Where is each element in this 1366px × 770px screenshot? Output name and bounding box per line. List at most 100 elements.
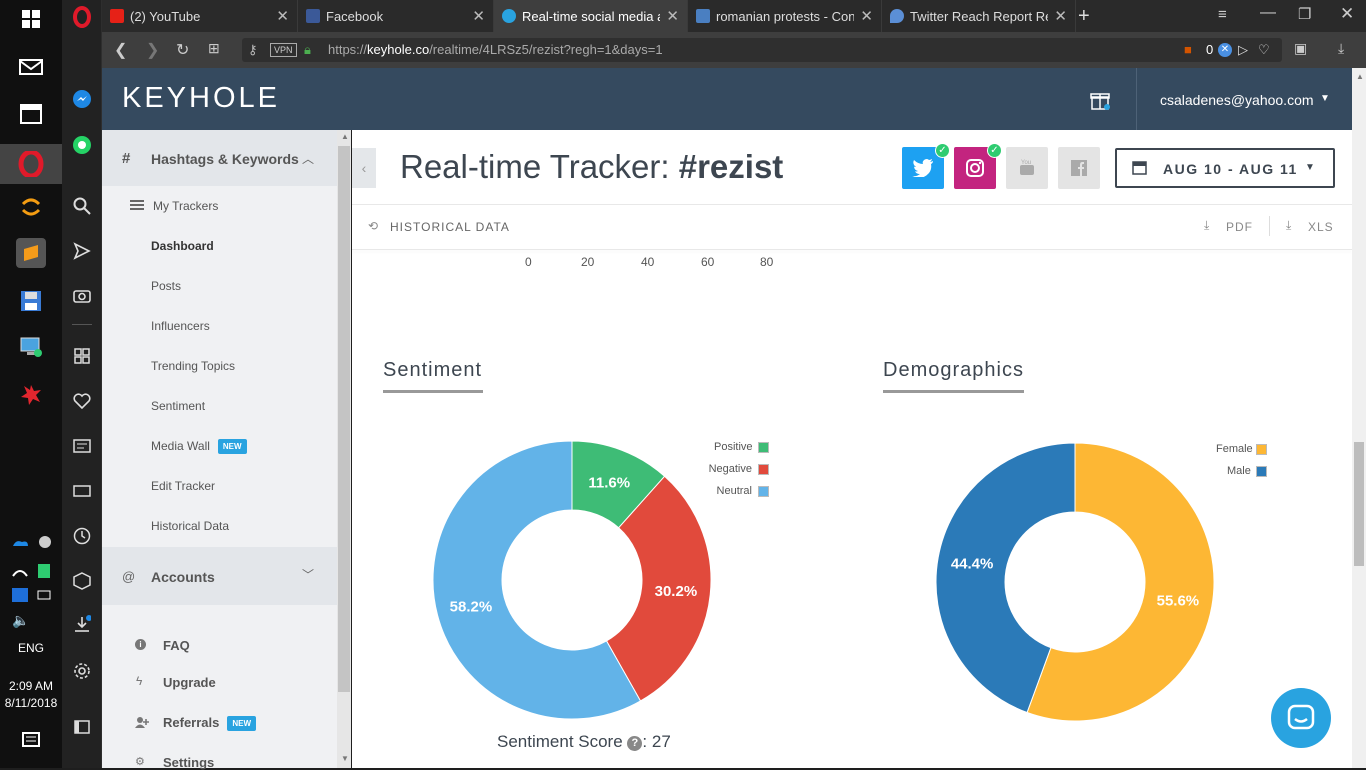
opera-taskbar-icon[interactable] bbox=[0, 144, 62, 184]
xls-export-button[interactable]: XLS bbox=[1308, 220, 1334, 234]
sidebar-toggle-icon[interactable] bbox=[71, 716, 93, 738]
legend-neutral[interactable]: Neutral bbox=[716, 485, 769, 497]
clock-date[interactable]: 8/11/2018 bbox=[0, 696, 62, 710]
legend-female[interactable]: Female bbox=[1216, 443, 1267, 455]
vpn-badge[interactable]: VPN bbox=[270, 43, 297, 57]
tab-grid-icon[interactable]: ⊞ bbox=[208, 40, 220, 57]
language-indicator[interactable]: ENG bbox=[0, 641, 62, 655]
instagram-button[interactable]: ✓ bbox=[954, 143, 1002, 189]
messenger-icon[interactable] bbox=[71, 88, 93, 110]
settings-icon[interactable] bbox=[71, 660, 93, 682]
clock-time[interactable]: 2:09 AM bbox=[0, 679, 62, 693]
legend-positive[interactable]: Positive bbox=[714, 441, 769, 453]
accounts-section-header[interactable]: @ Accounts ﹀ bbox=[102, 547, 337, 605]
forward-button[interactable]: ❯ bbox=[146, 40, 159, 60]
close-icon[interactable]: ✕ bbox=[860, 7, 873, 25]
date-range-picker[interactable]: AUG 10 - AUG 11 ▼ bbox=[1115, 148, 1335, 188]
heart-icon[interactable] bbox=[71, 390, 93, 412]
notifications-icon[interactable] bbox=[16, 726, 46, 756]
referrals-link[interactable]: Referrals NEW bbox=[163, 715, 257, 732]
cube-icon[interactable]: ■ bbox=[1184, 38, 1192, 62]
news-icon[interactable] bbox=[71, 435, 93, 457]
bookmark-heart-icon[interactable]: ♡ bbox=[1258, 38, 1270, 62]
sidebar-item-dashboard[interactable]: Dashboard bbox=[151, 239, 214, 253]
collapse-sidebar-button[interactable]: ‹ bbox=[352, 148, 376, 188]
chat-widget-button[interactable] bbox=[1271, 688, 1331, 748]
save-disk-icon[interactable] bbox=[16, 286, 46, 316]
legend-male[interactable]: Male bbox=[1227, 465, 1267, 477]
new-tab-button[interactable]: + bbox=[1078, 5, 1090, 28]
gift-icon[interactable] bbox=[1090, 90, 1110, 115]
youtube-button[interactable]: You bbox=[1006, 147, 1048, 189]
sidebar-item-media-wall[interactable]: Media Wall NEW bbox=[151, 439, 247, 455]
history-icon[interactable] bbox=[71, 525, 93, 547]
downloads-icon[interactable] bbox=[71, 613, 93, 635]
scroll-up-icon[interactable]: ▲ bbox=[341, 132, 349, 141]
send-icon[interactable] bbox=[71, 240, 93, 262]
send-page-icon[interactable]: ▷ bbox=[1238, 38, 1248, 62]
tab-youtube[interactable]: (2) YouTube ✕ bbox=[102, 0, 298, 32]
sentiment-donut-chart[interactable]: 11.6% 30.2% 58.2% bbox=[427, 435, 717, 725]
help-icon[interactable]: ? bbox=[627, 736, 643, 751]
camera-icon[interactable] bbox=[71, 284, 93, 306]
ad-block-count[interactable]: 0 bbox=[1206, 38, 1213, 62]
close-window-button[interactable]: ✕ bbox=[1340, 4, 1354, 24]
twitter-button[interactable]: ✓ bbox=[902, 143, 950, 189]
tab-romanian-protests[interactable]: romanian protests - Conte ✕ bbox=[688, 0, 882, 32]
my-trackers-link[interactable]: My Trackers bbox=[153, 199, 218, 213]
red-splash-icon[interactable] bbox=[16, 380, 46, 410]
chevron-down-icon[interactable]: ▼ bbox=[1320, 93, 1330, 104]
sidebar-item-influencers[interactable]: Influencers bbox=[151, 319, 210, 333]
facebook-button[interactable] bbox=[1058, 147, 1100, 189]
chevron-up-icon[interactable]: ︿ bbox=[302, 150, 314, 167]
close-icon[interactable]: ✕ bbox=[276, 7, 289, 25]
app-orange-icon[interactable] bbox=[16, 192, 46, 222]
tab-keyhole[interactable]: Real-time social media ana ✕ bbox=[494, 0, 688, 32]
upgrade-link[interactable]: Upgrade bbox=[163, 675, 216, 690]
historical-data-link[interactable]: HISTORICAL DATA bbox=[390, 220, 510, 234]
restore-button[interactable]: ❐ bbox=[1298, 5, 1311, 23]
scrollbar-thumb[interactable] bbox=[338, 146, 350, 692]
page-scrollbar[interactable]: ▲ bbox=[1352, 68, 1366, 768]
tab-facebook[interactable]: Facebook ✕ bbox=[298, 0, 494, 32]
extensions-icon[interactable] bbox=[71, 570, 93, 592]
snapshot-icon[interactable]: ▣ bbox=[1294, 40, 1307, 57]
volume-icon[interactable]: 🔈 bbox=[12, 612, 29, 629]
tab-twitter-reach[interactable]: Twitter Reach Report Resul ✕ bbox=[882, 0, 1076, 32]
scrollbar-thumb[interactable] bbox=[1354, 442, 1364, 566]
sidebar-item-sentiment[interactable]: Sentiment bbox=[151, 399, 205, 413]
whatsapp-icon[interactable] bbox=[71, 134, 93, 156]
user-email[interactable]: csaladenes@yahoo.com bbox=[1160, 92, 1314, 108]
sidebar-item-historical-data[interactable]: Historical Data bbox=[151, 519, 229, 533]
scroll-down-icon[interactable]: ▼ bbox=[341, 754, 349, 763]
download-icon[interactable]: ⤓ bbox=[1338, 40, 1344, 57]
opera-menu-icon[interactable] bbox=[71, 6, 93, 28]
sidebar-item-posts[interactable]: Posts bbox=[151, 279, 181, 293]
url-text[interactable]: https://keyhole.co/realtime/4LRSz5/rezis… bbox=[328, 38, 663, 62]
url-bar[interactable]: ⚷ VPN 🔒︎ https://keyhole.co/realtime/4LR… bbox=[242, 38, 1282, 62]
demographics-donut-chart[interactable]: 55.6% 44.4% bbox=[930, 437, 1220, 727]
legend-negative[interactable]: Negative bbox=[707, 463, 769, 475]
tabs-icon[interactable] bbox=[71, 480, 93, 502]
windows-start-icon[interactable] bbox=[16, 4, 46, 34]
minimize-button[interactable]: — bbox=[1260, 4, 1276, 22]
pdf-export-button[interactable]: PDF bbox=[1226, 220, 1253, 234]
speed-dial-icon[interactable] bbox=[71, 345, 93, 367]
remote-desktop-icon[interactable] bbox=[16, 332, 46, 362]
keyhole-logo[interactable]: KEYHOLE bbox=[122, 82, 280, 115]
sidebar-item-edit-tracker[interactable]: Edit Tracker bbox=[151, 479, 215, 493]
hashtags-section-header[interactable]: # Hashtags & Keywords ︿ bbox=[102, 130, 337, 186]
calendar-icon[interactable] bbox=[16, 98, 46, 128]
close-icon[interactable]: ✕ bbox=[1054, 7, 1067, 25]
sublime-text-icon[interactable] bbox=[16, 238, 46, 268]
mail-icon[interactable] bbox=[16, 52, 46, 82]
tab-menu-icon[interactable]: ≡ bbox=[1218, 6, 1227, 23]
reload-button[interactable]: ↻ bbox=[176, 40, 189, 60]
system-tray-icons[interactable] bbox=[10, 536, 54, 606]
back-button[interactable]: ❮ bbox=[114, 40, 127, 60]
sidebar-scrollbar[interactable]: ▲ ▼ bbox=[337, 130, 351, 768]
chevron-down-icon[interactable]: ﹀ bbox=[302, 566, 314, 583]
faq-link[interactable]: FAQ bbox=[163, 638, 190, 653]
scroll-up-icon[interactable]: ▲ bbox=[1356, 72, 1364, 81]
ad-block-icon[interactable]: ✕ bbox=[1218, 43, 1232, 57]
